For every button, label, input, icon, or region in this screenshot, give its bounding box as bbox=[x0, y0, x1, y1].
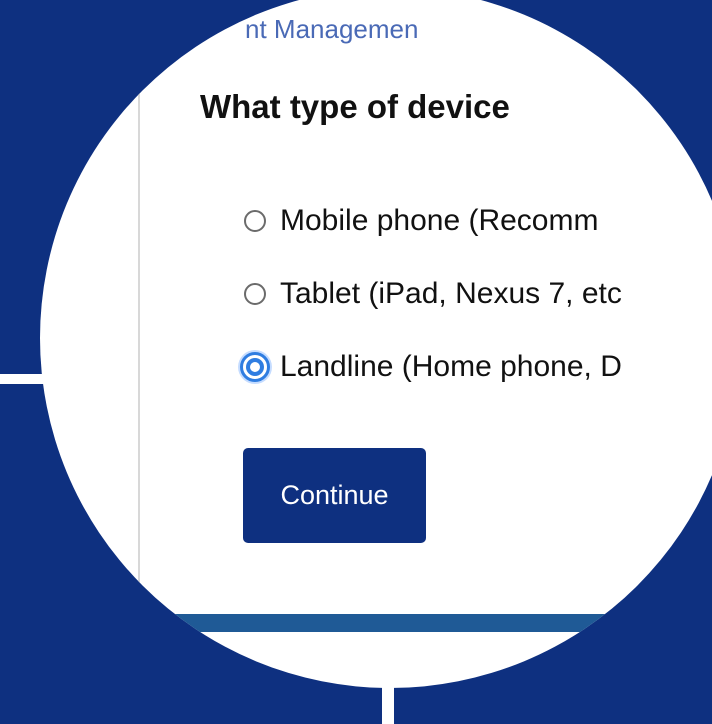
magnifier-circle: nt Managemen What type of device Mobile … bbox=[40, 0, 712, 688]
zoom-illustration: nt Managemen What type of device Mobile … bbox=[0, 0, 712, 724]
option-mobile-phone-label: Mobile phone (Recomm bbox=[280, 204, 599, 237]
radio-mobile-phone[interactable] bbox=[244, 210, 266, 232]
device-question-heading: What type of device bbox=[200, 88, 510, 125]
radio-tablet[interactable] bbox=[244, 283, 266, 305]
option-tablet[interactable]: Tablet (iPad, Nexus 7, etc bbox=[244, 269, 622, 319]
radio-landline-selected[interactable] bbox=[240, 352, 270, 382]
device-options-group: Mobile phone (Recomm Tablet (iPad, Nexus… bbox=[240, 196, 622, 415]
device-type-form: nt Managemen What type of device Mobile … bbox=[40, 0, 712, 688]
option-landline-label: Landline (Home phone, D bbox=[280, 350, 622, 383]
site-title: nt Managemen bbox=[245, 14, 419, 44]
content-left-border bbox=[138, 0, 140, 612]
continue-button[interactable]: Continue bbox=[243, 448, 426, 543]
option-mobile-phone[interactable]: Mobile phone (Recomm bbox=[244, 196, 622, 246]
footer-band bbox=[40, 614, 712, 632]
option-landline[interactable]: Landline (Home phone, D bbox=[240, 342, 622, 392]
option-tablet-label: Tablet (iPad, Nexus 7, etc bbox=[280, 277, 622, 310]
